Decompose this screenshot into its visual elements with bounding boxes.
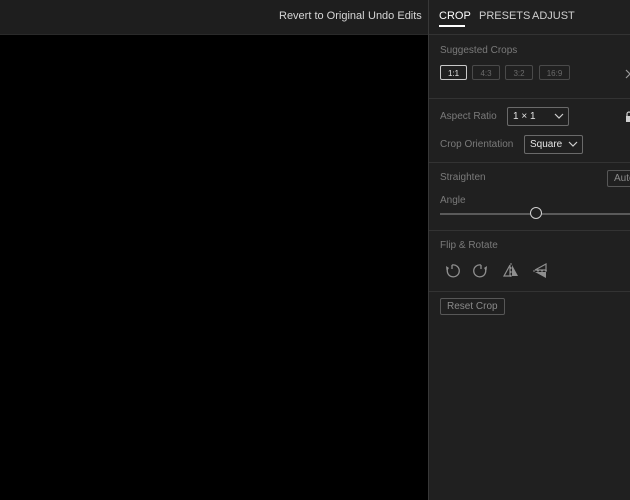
- crop-orientation-value: Square: [530, 139, 563, 150]
- flip-vertical-icon[interactable]: [532, 262, 550, 280]
- top-toolbar: Revert to Original Undo Edits: [0, 0, 428, 35]
- suggested-crop-3-2[interactable]: 3:2: [505, 65, 533, 80]
- section-divider: [429, 291, 630, 292]
- crop-orientation-select[interactable]: Square: [524, 135, 583, 154]
- tab-adjust[interactable]: ADJUST: [532, 10, 575, 22]
- tab-crop[interactable]: CROP: [439, 10, 471, 22]
- aspect-ratio-value: 1 × 1: [513, 111, 536, 122]
- expand-icon[interactable]: [625, 67, 630, 85]
- panel-tabs: CROP PRESETS ADJUST: [429, 0, 630, 35]
- suggested-crop-4-3[interactable]: 4:3: [472, 65, 500, 80]
- crop-orientation-label: Crop Orientation: [440, 139, 514, 150]
- suggested-crop-16-9[interactable]: 16:9: [539, 65, 570, 80]
- flip-rotate-label: Flip & Rotate: [440, 240, 498, 251]
- tab-presets[interactable]: PRESETS: [479, 10, 530, 22]
- angle-label: Angle: [440, 195, 466, 206]
- suggested-crops-label: Suggested Crops: [440, 45, 518, 56]
- rotate-left-icon[interactable]: [443, 262, 461, 280]
- flip-horizontal-icon[interactable]: [502, 262, 520, 280]
- lock-icon[interactable]: [625, 110, 630, 128]
- aspect-ratio-label: Aspect Ratio: [440, 111, 497, 122]
- auto-straighten-button[interactable]: Auto: [607, 170, 630, 187]
- undo-edits-button[interactable]: Undo Edits: [368, 10, 422, 22]
- section-divider: [429, 98, 630, 99]
- edit-panel: CROP PRESETS ADJUST Suggested Crops 1:1 …: [428, 0, 630, 500]
- revert-to-original-button[interactable]: Revert to Original: [279, 10, 365, 22]
- suggested-crop-1-1[interactable]: 1:1: [440, 65, 467, 80]
- reset-crop-button[interactable]: Reset Crop: [440, 298, 505, 315]
- angle-slider-thumb[interactable]: [529, 207, 542, 219]
- chevron-down-icon: [554, 112, 564, 123]
- active-tab-indicator: [439, 25, 465, 27]
- straighten-label: Straighten: [440, 172, 486, 183]
- section-divider: [429, 230, 630, 231]
- image-canvas[interactable]: [0, 35, 428, 500]
- section-divider: [429, 162, 630, 163]
- rotate-right-icon[interactable]: [472, 262, 490, 280]
- aspect-ratio-select[interactable]: 1 × 1: [507, 107, 569, 126]
- chevron-down-icon: [568, 140, 578, 151]
